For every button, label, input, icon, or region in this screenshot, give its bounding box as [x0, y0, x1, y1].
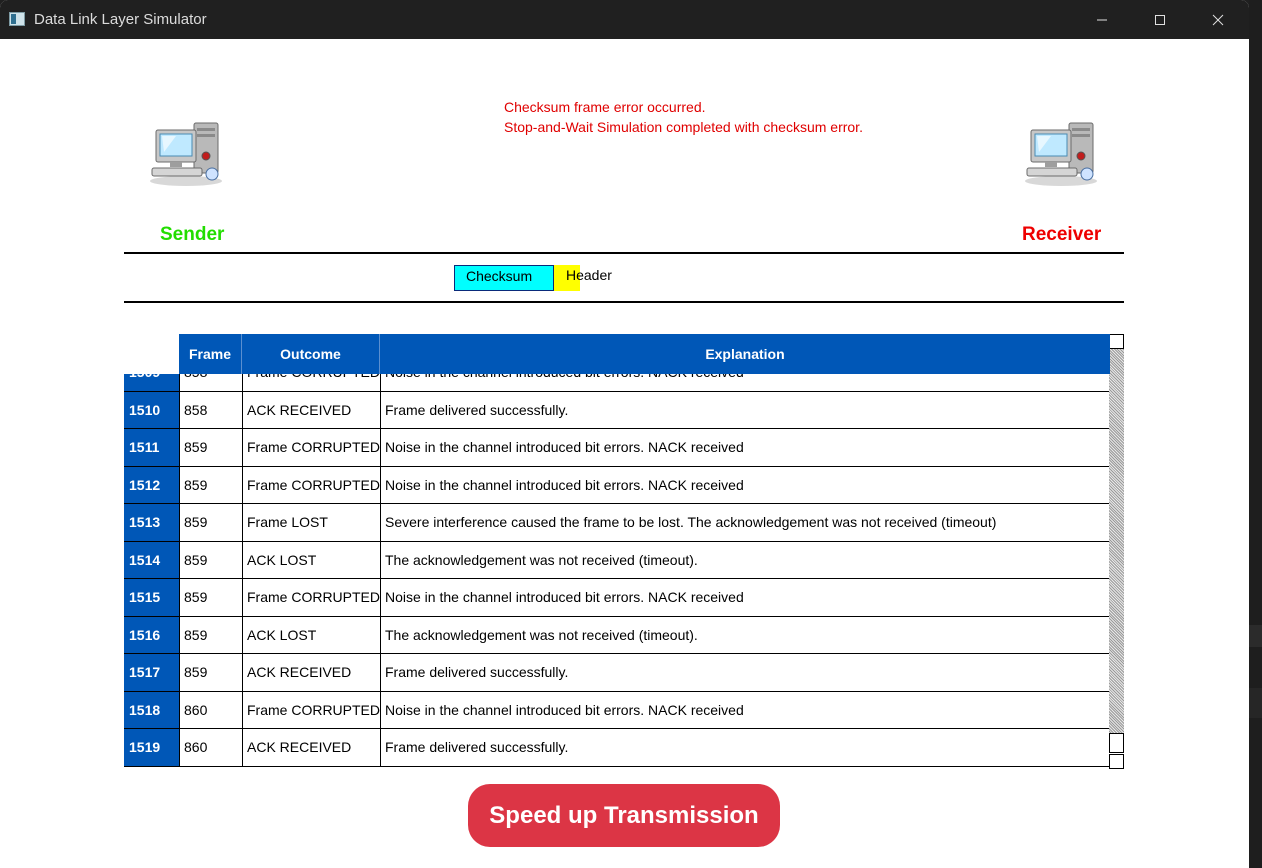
row-number: 1513 [124, 504, 179, 541]
frame-cell: 859 [179, 579, 242, 616]
window-title: Data Link Layer Simulator [34, 11, 207, 28]
title-bar: Data Link Layer Simulator [0, 0, 1249, 39]
status-line-1: Checksum frame error occurred. [504, 99, 706, 115]
row-number: 1512 [124, 466, 179, 503]
outcome-cell: ACK RECEIVED [242, 391, 380, 428]
explanation-cell: Noise in the channel introduced bit erro… [380, 466, 1110, 503]
speed-up-transmission-button[interactable]: Speed up Transmission [468, 784, 780, 847]
outcome-cell: ACK LOST [242, 616, 380, 653]
row-number: 1509 [124, 374, 179, 391]
table-row[interactable]: 1516 859 ACK LOST The acknowledgement was n… [124, 616, 1110, 654]
minimize-button[interactable] [1073, 0, 1131, 39]
outcome-cell: ACK LOST [242, 541, 380, 578]
frames-table: Frame Outcome Explanation 1509858Frame C… [124, 334, 1110, 769]
table-header: Frame Outcome Explanation [124, 334, 1110, 374]
frame-cell: 859 [179, 654, 242, 691]
maximize-icon [1155, 14, 1165, 25]
checksum-label: Checksum [466, 268, 533, 284]
scroll-down-button[interactable] [1109, 754, 1124, 769]
close-icon [1212, 14, 1224, 25]
status-line-2: Stop-and-Wait Simulation completed with … [504, 119, 863, 135]
table-row[interactable]: 1512 859 Frame CORRUPTED Noise in the chann… [124, 466, 1110, 504]
explanation-cell: Noise in the channel introduced bit erro… [380, 579, 1110, 616]
table-row[interactable]: 1518 860 Frame CORRUPTED Noise in the chann… [124, 691, 1110, 729]
frame-cell: 859 [179, 504, 242, 541]
table-row[interactable]: 1519 860 ACK RECEIVED Frame delivered succe… [124, 729, 1110, 767]
receiver-label: Receiver [1022, 224, 1102, 245]
table-row[interactable]: 1514 859 ACK LOST The acknowledgement was n… [124, 541, 1110, 579]
outcome-cell: Frame CORRUPTED [242, 374, 380, 391]
frame-cell: 860 [179, 729, 242, 766]
row-number: 1519 [124, 729, 179, 766]
frame-cell: 859 [179, 429, 242, 466]
table-row[interactable]: 1517 859 ACK RECEIVED Frame delivered succe… [124, 654, 1110, 692]
outcome-cell: Frame LOST [242, 504, 380, 541]
sender-computer-icon [146, 118, 226, 188]
explanation-cell: The acknowledgement was not received (ti… [380, 616, 1110, 653]
explanation-cell: Noise in the channel introduced bit erro… [380, 429, 1110, 466]
explanation-cell: Noise in the channel introduced bit erro… [380, 691, 1110, 728]
table-row[interactable]: 1509858Frame CORRUPTEDNoise in the chann… [124, 374, 1110, 392]
column-header-outcome[interactable]: Outcome [242, 334, 380, 374]
table-row[interactable]: 1511 859 Frame CORRUPTED Noise in the chann… [124, 429, 1110, 467]
row-number: 1511 [124, 429, 179, 466]
maximize-button[interactable] [1131, 0, 1189, 39]
table-body[interactable]: 1509858Frame CORRUPTEDNoise in the chann… [124, 374, 1110, 769]
explanation-cell: The acknowledgement was not received (ti… [380, 541, 1110, 578]
channel-top-line [124, 252, 1124, 254]
table-row[interactable]: 1513 859 Frame LOST Severe interference cau… [124, 504, 1110, 542]
row-number: 1510 [124, 391, 179, 428]
minimize-icon [1097, 19, 1107, 20]
channel-bottom-line [124, 301, 1124, 303]
explanation-cell: Frame delivered successfully. [380, 729, 1110, 766]
table-corner [124, 334, 179, 374]
scroll-track[interactable] [1109, 349, 1124, 746]
receiver-computer-icon [1021, 118, 1101, 188]
frame-cell: 858 [179, 374, 242, 391]
frame-cell: 859 [179, 541, 242, 578]
frame-cell: 859 [179, 616, 242, 653]
row-number: 1514 [124, 541, 179, 578]
outcome-cell: Frame CORRUPTED [242, 466, 380, 503]
column-header-explanation[interactable]: Explanation [380, 334, 1110, 374]
status-message: Checksum frame error occurred. Stop-and-… [504, 97, 863, 137]
frame-cell: 858 [179, 391, 242, 428]
outcome-cell: ACK RECEIVED [242, 729, 380, 766]
outcome-cell: Frame CORRUPTED [242, 429, 380, 466]
row-number: 1518 [124, 691, 179, 728]
column-header-frame[interactable]: Frame [179, 334, 242, 374]
scroll-thumb[interactable] [1109, 733, 1124, 753]
sender-label: Sender [160, 224, 225, 245]
frame-cell: 859 [179, 466, 242, 503]
outcome-cell: Frame CORRUPTED [242, 579, 380, 616]
app-icon [9, 12, 25, 26]
table-rows: 1509858Frame CORRUPTEDNoise in the chann… [124, 374, 1110, 767]
frame-cell: 860 [179, 691, 242, 728]
explanation-cell: Noise in the channel introduced bit erro… [380, 374, 1110, 391]
outcome-cell: ACK RECEIVED [242, 654, 380, 691]
table-row[interactable]: 1510 858 ACK RECEIVED Frame delivered succe… [124, 391, 1110, 429]
scroll-up-button[interactable] [1109, 334, 1124, 349]
row-number: 1516 [124, 616, 179, 653]
table-scrollbar[interactable] [1109, 334, 1124, 769]
table-row[interactable]: 1515 859 Frame CORRUPTED Noise in the chann… [124, 579, 1110, 617]
row-number: 1515 [124, 579, 179, 616]
outcome-cell: Frame CORRUPTED [242, 691, 380, 728]
explanation-cell: Frame delivered successfully. [380, 654, 1110, 691]
explanation-cell: Frame delivered successfully. [380, 391, 1110, 428]
explanation-cell: Severe interference caused the frame to … [380, 504, 1110, 541]
row-number: 1517 [124, 654, 179, 691]
close-button[interactable] [1189, 0, 1247, 39]
frame-checksum-block: Checksum [454, 265, 554, 291]
background-window-strip [1249, 0, 1262, 868]
header-label: Header [566, 267, 612, 283]
app-window: Data Link Layer Simulator Checksum frame… [0, 0, 1249, 868]
